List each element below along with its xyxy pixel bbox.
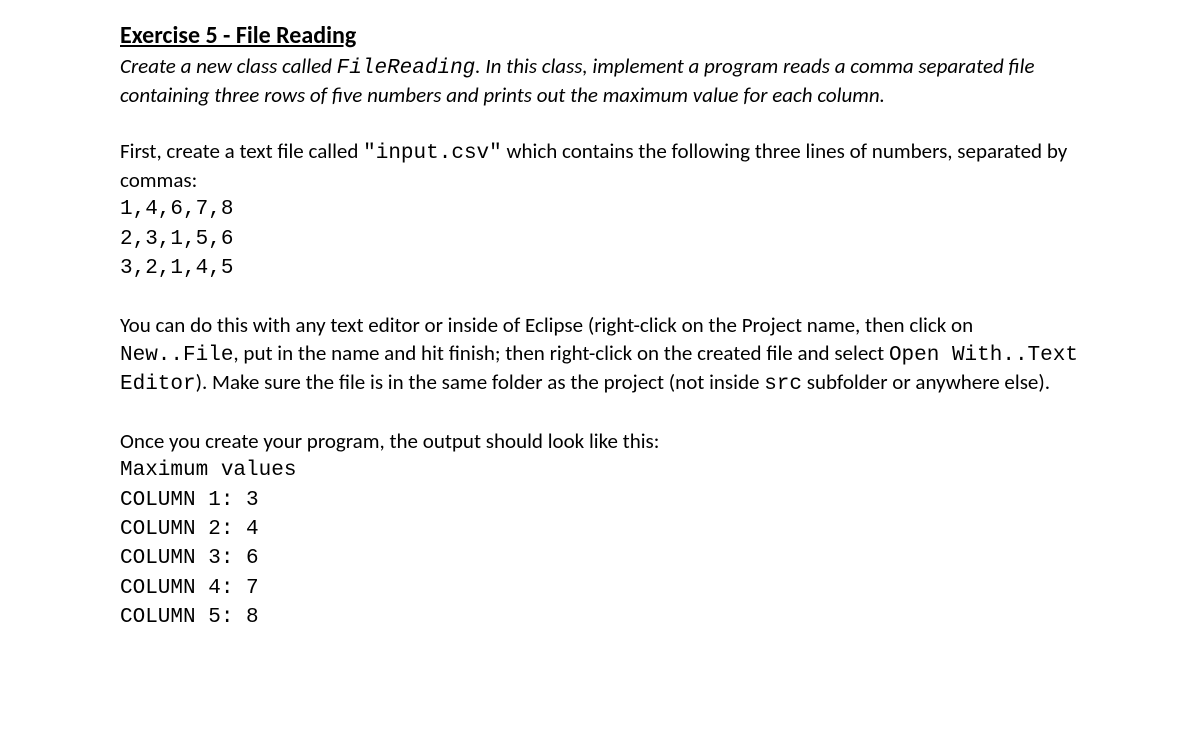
exercise-heading: Exercise 5 - File Reading xyxy=(120,20,1080,51)
p3-new-file: New..File xyxy=(120,344,233,367)
p3-part3: ). Make sure the file is in the same fol… xyxy=(196,369,765,395)
csv-instruction-before: First, create a text file called xyxy=(120,138,363,164)
exercise-document: Exercise 5 - File Reading Create a new c… xyxy=(0,0,1200,653)
output-column-3: COLUMN 3: 6 xyxy=(120,545,1080,572)
intro-classname: FileReading xyxy=(337,57,476,80)
p3-part1: You can do this with any text editor or … xyxy=(120,312,973,338)
csv-filename: "input.csv" xyxy=(363,142,502,165)
editor-instruction-paragraph: You can do this with any text editor or … xyxy=(120,312,1080,398)
p3-part2: , put in the name and hit finish; then r… xyxy=(233,340,889,366)
output-header: Maximum values xyxy=(120,457,1080,484)
intro-text-before: Create a new class called xyxy=(120,53,337,79)
csv-data-line-2: 2,3,1,5,6 xyxy=(120,226,1080,253)
csv-data-line-3: 3,2,1,4,5 xyxy=(120,255,1080,282)
output-column-5: COLUMN 5: 8 xyxy=(120,604,1080,631)
intro-paragraph: Create a new class called FileReading. I… xyxy=(120,53,1080,110)
p3-src: src xyxy=(764,373,802,396)
csv-data-line-1: 1,4,6,7,8 xyxy=(120,196,1080,223)
p3-part4: subfolder or anywhere else). xyxy=(802,369,1050,395)
output-column-2: COLUMN 2: 4 xyxy=(120,516,1080,543)
output-column-1: COLUMN 1: 3 xyxy=(120,487,1080,514)
output-intro: Once you create your program, the output… xyxy=(120,428,1080,455)
csv-instruction-paragraph: First, create a text file called "input.… xyxy=(120,138,1080,195)
output-column-4: COLUMN 4: 7 xyxy=(120,575,1080,602)
